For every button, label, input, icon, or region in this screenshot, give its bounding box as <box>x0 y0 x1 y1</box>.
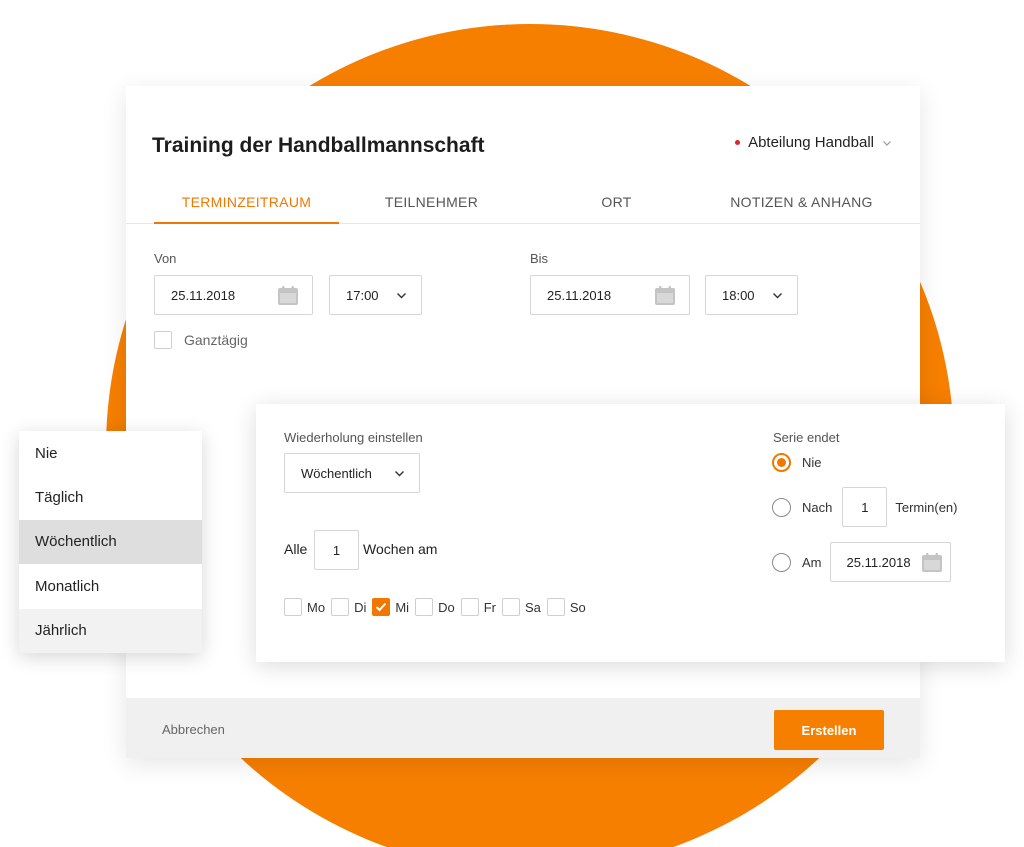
from-time-select[interactable]: 17:00 <box>329 275 422 315</box>
weekday-label: So <box>569 599 586 615</box>
chevron-down-icon <box>773 293 782 299</box>
weekday-label: Do <box>438 599 455 615</box>
from-date-field[interactable]: 25.11.2018 <box>154 275 313 315</box>
weekday-label: Di <box>354 599 367 615</box>
from-time-value: 17:00 <box>346 287 379 303</box>
weekday-selector: Mo Di Mi Do Fr Sa So <box>284 598 592 616</box>
radio-after[interactable] <box>772 497 791 517</box>
recurrence-select[interactable]: Wöchentlich <box>284 453 420 493</box>
end-date-field[interactable]: 25.11.2018 <box>829 542 951 582</box>
allday-option[interactable]: Ganztägig <box>154 331 248 349</box>
status-dot <box>735 140 741 145</box>
tab-teilnehmer[interactable]: TEILNEHMER <box>339 182 524 223</box>
weekday-mi[interactable]: Mi <box>372 598 409 616</box>
recurrence-value: Wöchentlich <box>301 465 372 481</box>
to-time-value: 18:00 <box>722 287 755 303</box>
every-suffix: Wochen am <box>363 541 438 557</box>
tab-bar: TERMINZEITRAUM TEILNEHMER ORT NOTIZEN & … <box>126 182 920 224</box>
chevron-down-icon <box>397 293 406 299</box>
dropdown-option-nie[interactable]: Nie <box>19 431 202 475</box>
radio-on-date[interactable] <box>772 552 791 572</box>
weekday-label: Fr <box>483 599 496 615</box>
weekday-sa[interactable]: Sa <box>501 598 541 616</box>
recurrence-panel: Wiederholung einstellen Wöchentlich Alle… <box>256 404 1005 662</box>
chevron-down-icon <box>395 471 404 477</box>
cancel-button[interactable]: Abbrechen <box>162 722 225 737</box>
weekday-label: Mo <box>307 599 326 615</box>
allday-label: Ganztägig <box>184 332 248 348</box>
weekday-fr[interactable]: Fr <box>460 598 496 616</box>
department-label: Abteilung Handball <box>748 134 874 151</box>
chevron-down-icon <box>883 140 891 146</box>
weekday-checkbox[interactable] <box>331 598 350 616</box>
series-end-never[interactable]: Nie <box>772 453 822 472</box>
weekday-checkbox[interactable] <box>415 598 434 616</box>
to-date-field[interactable]: 25.11.2018 <box>530 275 690 315</box>
allday-checkbox[interactable] <box>154 331 172 349</box>
calendar-icon[interactable] <box>655 286 675 305</box>
to-date-value: 25.11.2018 <box>547 287 612 303</box>
weekday-so[interactable]: So <box>546 598 586 616</box>
calendar-icon[interactable] <box>921 553 942 572</box>
calendar-icon[interactable] <box>278 286 298 305</box>
every-interval-value: 1 <box>332 542 341 558</box>
weekday-do[interactable]: Do <box>415 598 455 616</box>
series-end-label: Serie endet <box>773 430 840 445</box>
dropdown-option-jaehrlich[interactable]: Jährlich <box>19 608 202 653</box>
to-label: Bis <box>530 251 549 266</box>
dropdown-option-monatlich[interactable]: Monatlich <box>19 564 202 608</box>
from-label: Von <box>154 251 177 266</box>
radio-never-label: Nie <box>802 455 822 470</box>
weekday-checkbox[interactable] <box>372 598 391 616</box>
page-title: Training der Handballmannschaft <box>152 134 485 157</box>
weekday-checkbox[interactable] <box>546 598 565 616</box>
weekday-checkbox[interactable] <box>460 598 479 616</box>
weekday-label: Mi <box>395 599 410 615</box>
tab-ort[interactable]: ORT <box>524 182 709 223</box>
recurrence-label: Wiederholung einstellen <box>284 430 423 445</box>
dropdown-option-taeglich[interactable]: Täglich <box>19 475 202 519</box>
tab-terminzeitraum[interactable]: TERMINZEITRAUM <box>154 182 339 224</box>
weekday-label: Sa <box>524 599 541 615</box>
to-time-select[interactable]: 18:00 <box>705 275 798 315</box>
radio-after-label: Nach <box>802 499 833 515</box>
occurrences-unit: Termin(en) <box>895 499 958 515</box>
series-end-on[interactable]: Am 25.11.2018 <box>772 542 951 582</box>
dialog-footer: Abbrechen Erstellen <box>126 698 920 758</box>
check-icon <box>376 602 387 612</box>
dropdown-option-woechentlich[interactable]: Wöchentlich <box>19 519 202 565</box>
radio-on-date-label: Am <box>802 554 822 570</box>
every-prefix: Alle <box>284 541 308 557</box>
from-date-value: 25.11.2018 <box>171 287 236 303</box>
radio-never[interactable] <box>772 453 791 472</box>
weekday-checkbox[interactable] <box>284 598 302 616</box>
recurrence-dropdown-menu: Nie Täglich Wöchentlich Monatlich Jährli… <box>19 431 202 653</box>
occurrences-value: 1 <box>861 499 869 515</box>
every-interval-input[interactable]: 1 <box>314 530 359 570</box>
weekday-di[interactable]: Di <box>331 598 366 616</box>
weekday-mo[interactable]: Mo <box>284 598 325 616</box>
tab-notizen-anhang[interactable]: NOTIZEN & ANHANG <box>709 182 894 223</box>
occurrences-input[interactable]: 1 <box>842 487 888 527</box>
department-selector[interactable]: Abteilung Handball <box>735 134 892 151</box>
create-button[interactable]: Erstellen <box>774 710 884 750</box>
series-end-after[interactable]: Nach 1 Termin(en) <box>772 487 957 527</box>
end-date-value: 25.11.2018 <box>846 554 911 570</box>
weekday-checkbox[interactable] <box>501 598 520 616</box>
